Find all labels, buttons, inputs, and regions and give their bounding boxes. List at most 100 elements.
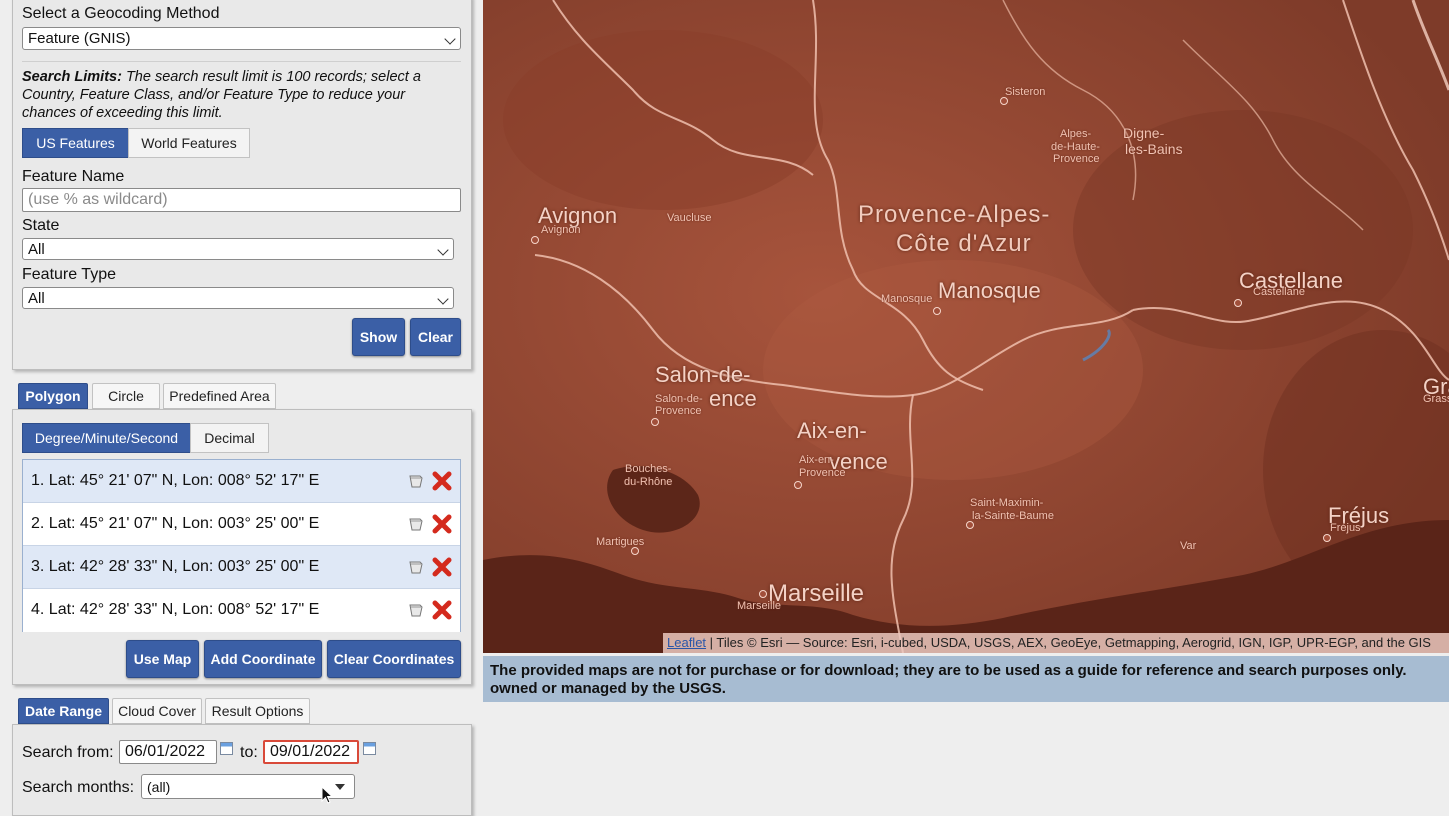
eraser-icon[interactable] [408, 515, 424, 531]
chevron-down-icon [437, 244, 449, 256]
map-label: Salon-de- [655, 393, 703, 405]
coordinate-row: 1. Lat: 45° 21' 07" N, Lon: 008° 52' 17"… [23, 460, 460, 503]
map-label: Castellane [1253, 286, 1305, 298]
search-from-label: Search from: [22, 744, 114, 761]
map-label: Grasse [1423, 393, 1449, 405]
feature-name-label: Feature Name [22, 168, 125, 185]
coordinate-list: 1. Lat: 45° 21' 07" N, Lon: 008° 52' 17"… [22, 459, 461, 632]
feature-type-select[interactable]: All [22, 287, 454, 309]
state-select[interactable]: All [22, 238, 454, 260]
delete-icon[interactable] [431, 513, 453, 535]
search-to-input[interactable]: 09/01/2022 [263, 740, 359, 764]
map-label: de-Haute- [1051, 141, 1100, 153]
coordinate-row: 3. Lat: 42° 28' 33" N, Lon: 003° 25' 00"… [23, 546, 460, 589]
city-marker [1323, 534, 1331, 542]
attribution-text: | Tiles © Esri — Source: Esri, i-cubed, … [709, 635, 1431, 650]
calendar-icon[interactable] [220, 742, 233, 755]
mouse-cursor-icon [321, 786, 333, 804]
feature-type-value: All [28, 290, 45, 307]
map-label: Bouches- [625, 463, 672, 475]
chevron-down-icon [437, 293, 449, 305]
map-attribution: Leaflet | Tiles © Esri — Source: Esri, i… [663, 633, 1449, 653]
map-label: du-Rhône [624, 476, 673, 488]
map-label: Var [1180, 540, 1197, 552]
map-label: Provence [799, 467, 846, 479]
city-marker [759, 590, 767, 598]
tab-cloud-cover[interactable]: Cloud Cover [112, 698, 202, 724]
eraser-icon[interactable] [408, 558, 424, 574]
search-months-label: Search months: [22, 779, 135, 796]
add-coordinate-button[interactable]: Add Coordinate [204, 640, 322, 678]
map-terrain [483, 0, 1449, 653]
search-limits-title: Search Limits: [22, 69, 122, 85]
city-label: Marseille [768, 580, 865, 607]
map-label: Martigues [596, 536, 645, 548]
map-disclaimer: The provided maps are not for purchase o… [483, 656, 1449, 702]
calendar-icon[interactable] [363, 742, 376, 755]
geocoding-method-value: Feature (GNIS) [28, 30, 131, 47]
tab-circle[interactable]: Circle [92, 383, 160, 409]
show-button[interactable]: Show [352, 318, 405, 356]
city-marker [1234, 299, 1242, 307]
city-label: Manosque [938, 278, 1041, 303]
to-label: to: [240, 744, 258, 761]
search-from-input[interactable]: 06/01/2022 [119, 740, 217, 764]
city-marker [631, 547, 639, 555]
divider [22, 61, 461, 62]
feature-type-label: Feature Type [22, 266, 116, 283]
tab-degree-minute-second[interactable]: Degree/Minute/Second [22, 423, 191, 453]
city-marker [651, 418, 659, 426]
tab-polygon[interactable]: Polygon [18, 383, 88, 409]
map-label: Vaucluse [667, 212, 712, 224]
clear-coordinates-button[interactable]: Clear Coordinates [327, 640, 461, 678]
date-range-box [12, 724, 472, 816]
feature-name-input[interactable]: (use % as wildcard) [22, 188, 461, 212]
map-label: Saint-Maximin- [970, 497, 1044, 509]
map-label: Provence [1053, 153, 1100, 165]
tab-us-features[interactable]: US Features [22, 128, 129, 158]
coordinate-text: 1. Lat: 45° 21' 07" N, Lon: 008° 52' 17"… [31, 472, 320, 489]
map-view[interactable]: Sisteron Alpes- de-Haute- Provence Digne… [483, 0, 1449, 653]
coordinate-row: 4. Lat: 42° 28' 33" N, Lon: 008° 52' 17"… [23, 589, 460, 632]
city-marker [966, 521, 974, 529]
map-label: Digne- [1123, 125, 1165, 141]
map-label: Aix-en- [799, 454, 834, 466]
region-label: Provence-Alpes- [858, 201, 1051, 228]
clear-button[interactable]: Clear [410, 318, 461, 356]
city-marker [794, 481, 802, 489]
state-value: All [28, 241, 45, 258]
map-label: Provence [655, 405, 702, 417]
map-label: Marseille [737, 600, 782, 612]
use-map-button[interactable]: Use Map [126, 640, 199, 678]
coordinate-text: 2. Lat: 45° 21' 07" N, Lon: 003° 25' 00"… [31, 515, 320, 532]
map-label: les-Bains [1125, 141, 1183, 157]
map-label: Avignon [541, 224, 581, 236]
triangle-down-icon [335, 784, 345, 790]
tab-world-features[interactable]: World Features [128, 128, 250, 158]
geocoding-method-select[interactable]: Feature (GNIS) [22, 27, 461, 50]
eraser-icon[interactable] [408, 601, 424, 617]
map-label: Fréjus [1330, 522, 1361, 534]
city-marker [1000, 97, 1008, 105]
tab-date-range[interactable]: Date Range [18, 698, 109, 724]
tab-result-options[interactable]: Result Options [205, 698, 310, 724]
tab-predefined-area[interactable]: Predefined Area [163, 383, 276, 409]
search-months-value: (all) [147, 779, 171, 795]
delete-icon[interactable] [431, 556, 453, 578]
city-label: Aix-en- [797, 418, 867, 443]
state-label: State [22, 217, 60, 234]
city-marker [531, 236, 539, 244]
region-label: Côte d'Azur [896, 230, 1032, 257]
tab-decimal[interactable]: Decimal [190, 423, 269, 453]
city-label: ence [709, 386, 757, 411]
city-marker [933, 307, 941, 315]
delete-icon[interactable] [431, 599, 453, 621]
map-label: Alpes- [1060, 128, 1092, 140]
coordinate-text: 3. Lat: 42° 28' 33" N, Lon: 003° 25' 00"… [31, 558, 320, 575]
delete-icon[interactable] [431, 470, 453, 492]
search-criteria-panel: Select a Geocoding Method Feature (GNIS)… [0, 0, 478, 816]
map-label: la-Sainte-Baume [972, 510, 1054, 522]
leaflet-link[interactable]: Leaflet [667, 635, 706, 650]
eraser-icon[interactable] [408, 472, 424, 488]
map-label: Sisteron [1005, 86, 1046, 98]
